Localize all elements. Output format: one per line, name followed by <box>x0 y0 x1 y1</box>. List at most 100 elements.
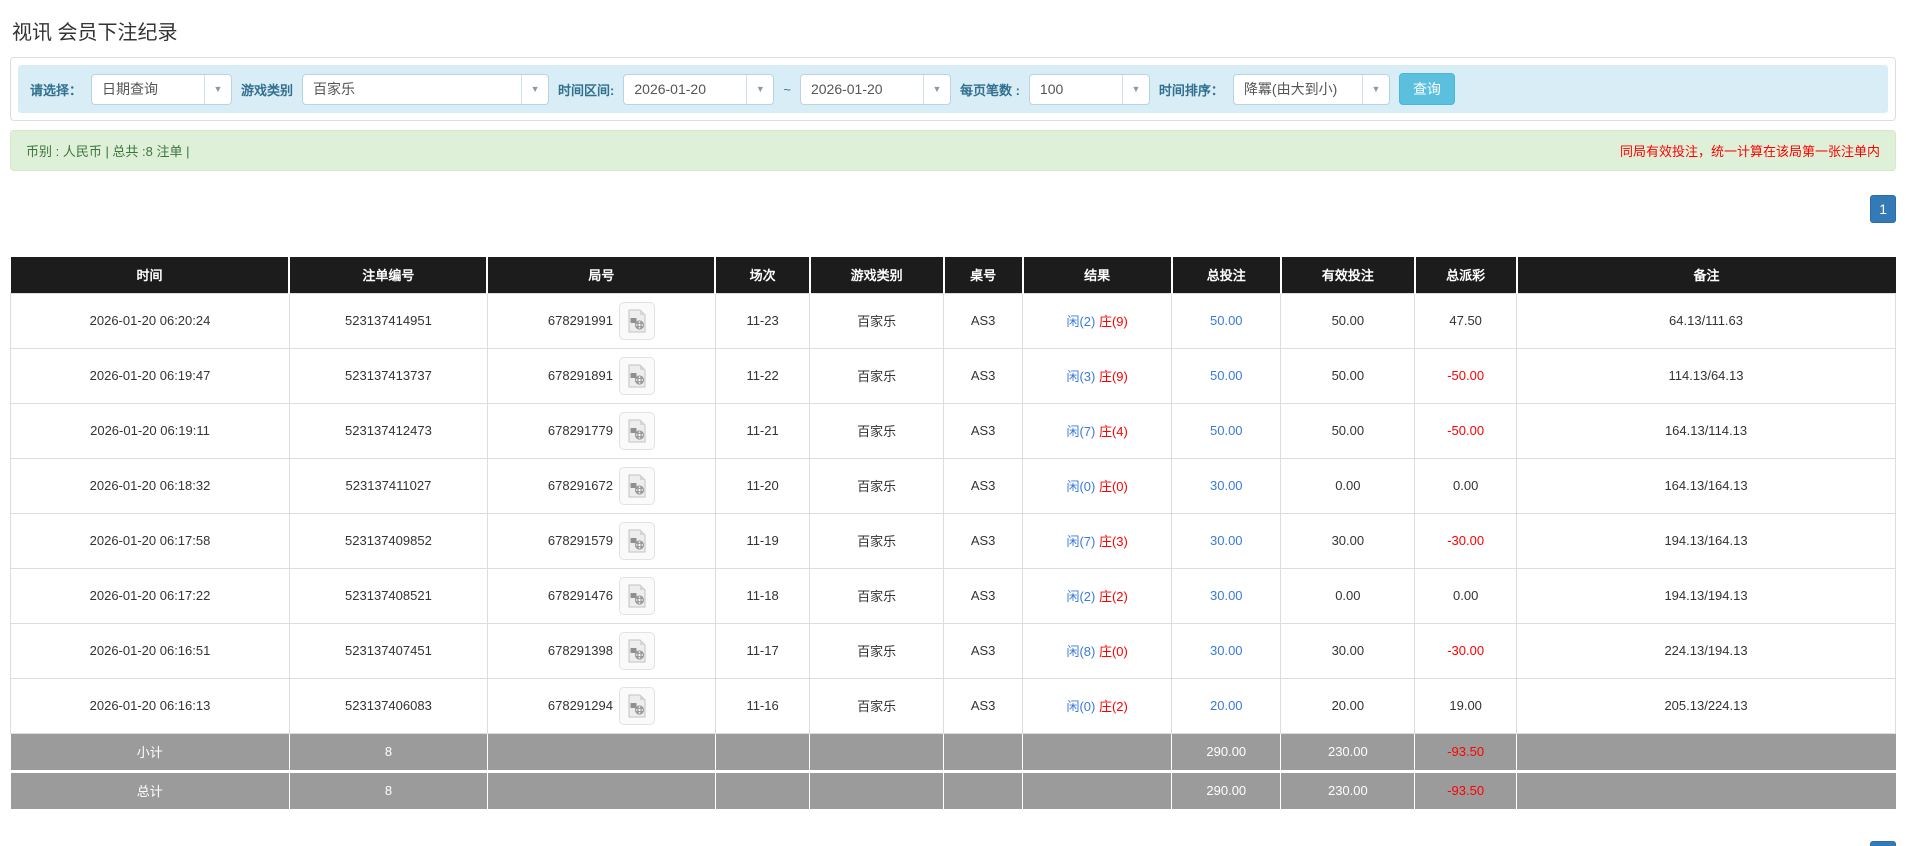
table-row: 2026-01-20 06:17:22523137408521678291476… <box>11 568 1896 623</box>
video-replay-button[interactable] <box>619 467 655 505</box>
sort-order-select[interactable]: 降冪(由大到小) ▼ <box>1233 74 1390 105</box>
chevron-down-icon[interactable]: ▼ <box>1122 75 1149 104</box>
table-row: 2026-01-20 06:16:51523137407451678291398… <box>11 623 1896 678</box>
cell-game-type: 百家乐 <box>810 568 944 623</box>
round-number: 678291398 <box>548 643 613 658</box>
sort-order-value[interactable]: 降冪(由大到小) <box>1234 75 1362 104</box>
cell-table-number: AS3 <box>944 403 1023 458</box>
subtotal-cell <box>715 733 809 771</box>
cell-game-type: 百家乐 <box>810 623 944 678</box>
subtotal-cell <box>944 733 1023 771</box>
cell-bet-id: 523137411027 <box>289 458 487 513</box>
subtotal-cell <box>1517 733 1896 771</box>
cell-remark: 64.13/111.63 <box>1517 293 1896 348</box>
total-cell: 总计 <box>11 771 290 809</box>
game-type-select[interactable]: 百家乐 ▼ <box>302 74 549 105</box>
chevron-down-icon[interactable]: ▼ <box>204 75 231 104</box>
cell-session: 11-18 <box>715 568 809 623</box>
query-button[interactable]: 查询 <box>1399 73 1455 105</box>
date-from-value[interactable]: 2026-01-20 <box>624 75 746 104</box>
page-1-button[interactable]: 1 <box>1870 841 1896 846</box>
video-replay-button[interactable] <box>619 412 655 450</box>
query-type-value[interactable]: 日期查询 <box>92 75 204 104</box>
query-type-label: 请选择： <box>30 80 82 99</box>
round-number: 678291991 <box>548 313 613 328</box>
result-player: 闲(7) <box>1066 534 1095 549</box>
total-bet-link[interactable]: 30.00 <box>1210 643 1243 658</box>
round-number: 678291294 <box>548 698 613 713</box>
cell-session: 11-21 <box>715 403 809 458</box>
pagination-bottom: 1 <box>10 841 1896 846</box>
cell-remark: 194.13/194.13 <box>1517 568 1896 623</box>
cell-payout: 19.00 <box>1415 678 1517 733</box>
cell-result: 闲(2) 庄(2) <box>1023 568 1172 623</box>
page-size-select[interactable]: 100 ▼ <box>1029 74 1150 105</box>
cell-valid-bet: 50.00 <box>1281 348 1415 403</box>
cell-game-type: 百家乐 <box>810 293 944 348</box>
cell-bet-id: 523137413737 <box>289 348 487 403</box>
result-banker: 庄(2) <box>1099 699 1128 714</box>
video-icon <box>626 474 648 498</box>
total-bet-link[interactable]: 30.00 <box>1210 478 1243 493</box>
cell-total-bet: 30.00 <box>1172 623 1281 678</box>
cell-payout: -30.00 <box>1415 623 1517 678</box>
video-replay-button[interactable] <box>619 577 655 615</box>
query-type-select[interactable]: 日期查询 ▼ <box>91 74 232 105</box>
result-player: 闲(0) <box>1066 479 1095 494</box>
total-bet-link[interactable]: 20.00 <box>1210 698 1243 713</box>
page-1-button[interactable]: 1 <box>1870 195 1896 223</box>
cell-round-id: 678291398 <box>487 623 715 678</box>
column-header: 桌号 <box>944 257 1023 293</box>
page-title: 视讯 会员下注纪录 <box>12 16 1894 45</box>
cell-result: 闲(7) 庄(4) <box>1023 403 1172 458</box>
cell-bet-id: 523137412473 <box>289 403 487 458</box>
result-player: 闲(3) <box>1066 369 1095 384</box>
cell-time: 2026-01-20 06:17:58 <box>11 513 290 568</box>
chevron-down-icon[interactable]: ▼ <box>746 75 773 104</box>
total-cell <box>1517 771 1896 809</box>
video-replay-button[interactable] <box>619 687 655 725</box>
cell-round-id: 678291294 <box>487 678 715 733</box>
date-from-select[interactable]: 2026-01-20 ▼ <box>623 74 774 105</box>
total-bet-link[interactable]: 30.00 <box>1210 588 1243 603</box>
subtotal-cell <box>810 733 944 771</box>
cell-total-bet: 50.00 <box>1172 293 1281 348</box>
chevron-down-icon[interactable]: ▼ <box>923 75 950 104</box>
video-replay-button[interactable] <box>619 302 655 340</box>
video-replay-button[interactable] <box>619 357 655 395</box>
result-player: 闲(2) <box>1066 314 1095 329</box>
table-row: 2026-01-20 06:19:47523137413737678291891… <box>11 348 1896 403</box>
cell-round-id: 678291476 <box>487 568 715 623</box>
result-player: 闲(8) <box>1066 644 1095 659</box>
total-bet-link[interactable]: 50.00 <box>1210 313 1243 328</box>
round-number: 678291779 <box>548 423 613 438</box>
chevron-down-icon[interactable]: ▼ <box>1362 75 1389 104</box>
table-header-row: 时间注单编号局号场次游戏类别桌号结果总投注有效投注总派彩备注 <box>11 257 1896 293</box>
page-size-value[interactable]: 100 <box>1030 75 1122 104</box>
total-bet-link[interactable]: 50.00 <box>1210 368 1243 383</box>
summary-notice: 同局有效投注，统一计算在该局第一张注单内 <box>1620 141 1880 160</box>
table-row: 2026-01-20 06:20:24523137414951678291991… <box>11 293 1896 348</box>
cell-bet-id: 523137406083 <box>289 678 487 733</box>
date-to-value[interactable]: 2026-01-20 <box>801 75 923 104</box>
cell-result: 闲(7) 庄(3) <box>1023 513 1172 568</box>
game-type-value[interactable]: 百家乐 <box>303 75 521 104</box>
video-replay-button[interactable] <box>619 632 655 670</box>
cell-time: 2026-01-20 06:18:32 <box>11 458 290 513</box>
total-bet-link[interactable]: 50.00 <box>1210 423 1243 438</box>
cell-total-bet: 30.00 <box>1172 568 1281 623</box>
cell-remark: 205.13/224.13 <box>1517 678 1896 733</box>
cell-time: 2026-01-20 06:16:51 <box>11 623 290 678</box>
total-bet-link[interactable]: 30.00 <box>1210 533 1243 548</box>
column-header: 时间 <box>11 257 290 293</box>
column-header: 场次 <box>715 257 809 293</box>
video-icon <box>626 584 648 608</box>
filter-panel: 请选择： 日期查询 ▼ 游戏类别 百家乐 ▼ 时间区间: 2026-01-20 … <box>10 57 1896 121</box>
date-to-select[interactable]: 2026-01-20 ▼ <box>800 74 951 105</box>
chevron-down-icon[interactable]: ▼ <box>521 75 548 104</box>
video-replay-button[interactable] <box>619 522 655 560</box>
cell-round-id: 678291579 <box>487 513 715 568</box>
total-row: 总计8290.00230.00-93.50 <box>11 771 1896 809</box>
result-banker: 庄(9) <box>1099 369 1128 384</box>
cell-valid-bet: 30.00 <box>1281 513 1415 568</box>
